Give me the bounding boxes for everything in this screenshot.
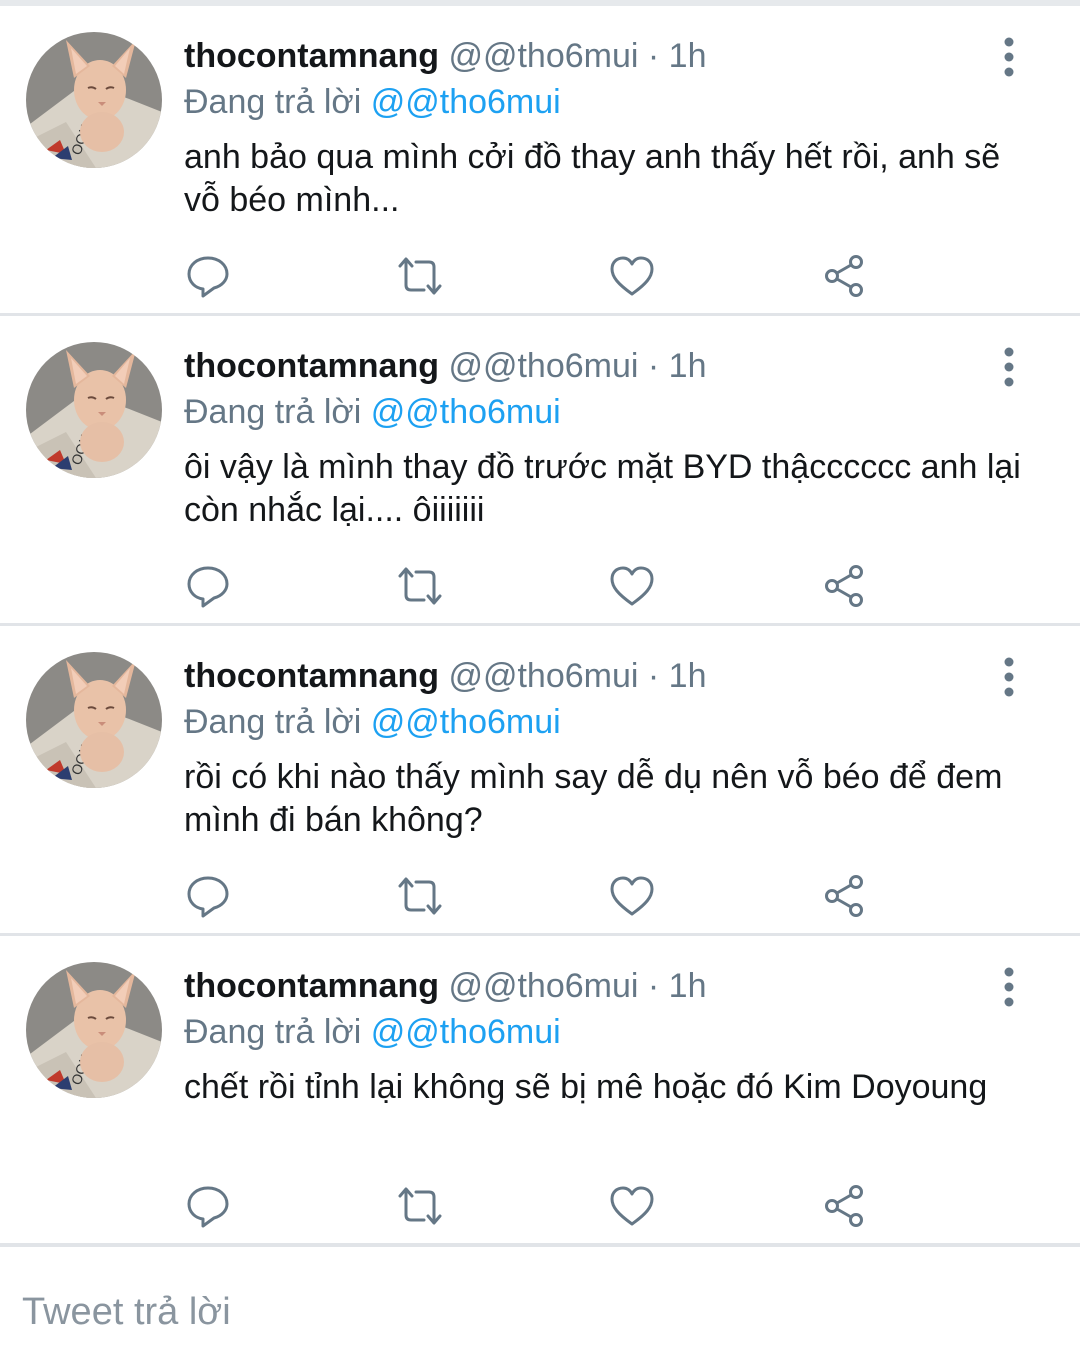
more-options-button[interactable] — [992, 36, 1026, 78]
avatar-cat-photo: OOK — [26, 32, 162, 168]
retweet-icon — [398, 257, 442, 295]
separator-dot: · — [647, 347, 660, 385]
user-handle[interactable]: @@tho6mui — [448, 657, 638, 695]
share-icon — [825, 565, 863, 607]
reply-button[interactable] — [184, 252, 232, 300]
like-button[interactable] — [608, 872, 656, 920]
username[interactable]: thocontamnang — [184, 967, 439, 1005]
replying-to: Đang trả lời @@tho6mui — [184, 1012, 561, 1052]
username[interactable]: thocontamnang — [184, 37, 439, 75]
replying-to-handle[interactable]: @@tho6mui — [371, 1013, 561, 1051]
tweet-header: thocontamnang @@tho6mui · 1h — [184, 36, 707, 76]
retweet-button[interactable] — [396, 252, 444, 300]
user-handle[interactable]: @@tho6mui — [448, 967, 638, 1005]
share-icon — [825, 875, 863, 917]
replying-to-label: Đang trả lời — [184, 393, 362, 431]
more-options-icon — [1004, 967, 1014, 1007]
like-icon — [610, 876, 654, 916]
replying-to: Đang trả lời @@tho6mui — [184, 392, 561, 432]
share-button[interactable] — [820, 1182, 868, 1230]
tweet-text: rồi có khi nào thấy mình say dễ dụ nên v… — [184, 758, 1003, 839]
avatar[interactable]: OOK — [26, 342, 162, 478]
share-button[interactable] — [820, 872, 868, 920]
retweet-icon — [398, 567, 442, 605]
avatar-cat-photo: OOK — [26, 342, 162, 478]
avatar[interactable]: OOK — [26, 962, 162, 1098]
more-options-icon — [1004, 657, 1014, 697]
like-button[interactable] — [608, 252, 656, 300]
timestamp[interactable]: 1h — [669, 37, 707, 75]
avatar[interactable]: OOK — [26, 652, 162, 788]
reply-icon — [187, 256, 229, 298]
like-icon — [610, 256, 654, 296]
retweet-icon — [398, 877, 442, 915]
separator-dot: · — [647, 967, 660, 1005]
timestamp[interactable]: 1h — [669, 347, 707, 385]
reply-composer — [0, 1244, 1080, 1367]
user-handle[interactable]: @@tho6mui — [448, 347, 638, 385]
reply-input[interactable] — [22, 1287, 922, 1337]
timestamp[interactable]: 1h — [669, 967, 707, 1005]
retweet-button[interactable] — [396, 562, 444, 610]
share-button[interactable] — [820, 252, 868, 300]
tweet[interactable]: OOK thocontamnang @@tho6mui · 1h Đang tr… — [0, 316, 1080, 626]
replying-to-handle[interactable]: @@tho6mui — [371, 393, 561, 431]
replying-to-label: Đang trả lời — [184, 1013, 362, 1051]
more-options-button[interactable] — [992, 656, 1026, 698]
reply-button[interactable] — [184, 872, 232, 920]
share-icon — [825, 1185, 863, 1227]
like-button[interactable] — [608, 562, 656, 610]
separator-dot: · — [647, 37, 660, 75]
tweet-text: chết rồi tỉnh lại không sẽ bị mê hoặc đó… — [184, 1068, 988, 1106]
avatar-cat-photo: OOK — [26, 652, 162, 788]
retweet-button[interactable] — [396, 1182, 444, 1230]
replying-to-label: Đang trả lời — [184, 703, 362, 741]
share-icon — [825, 255, 863, 297]
user-handle[interactable]: @@tho6mui — [448, 37, 638, 75]
more-options-icon — [1004, 347, 1014, 387]
username[interactable]: thocontamnang — [184, 347, 439, 385]
tweet-text: ôi vậy là mình thay đồ trước mặt BYD thậ… — [184, 448, 1021, 529]
separator-dot: · — [647, 657, 660, 695]
reply-button[interactable] — [184, 1182, 232, 1230]
reply-icon — [187, 566, 229, 608]
more-options-button[interactable] — [992, 966, 1026, 1008]
tweet-header: thocontamnang @@tho6mui · 1h — [184, 966, 707, 1006]
tweet[interactable]: OOK thocontamnang @@tho6mui · 1h Đang tr… — [0, 936, 1080, 1246]
reply-icon — [187, 1186, 229, 1228]
reply-icon — [187, 876, 229, 918]
replying-to: Đang trả lời @@tho6mui — [184, 82, 561, 122]
share-button[interactable] — [820, 562, 868, 610]
replying-to-label: Đang trả lời — [184, 83, 362, 121]
timestamp[interactable]: 1h — [669, 657, 707, 695]
like-button[interactable] — [608, 1182, 656, 1230]
like-icon — [610, 566, 654, 606]
avatar[interactable]: OOK — [26, 32, 162, 168]
reply-button[interactable] — [184, 562, 232, 610]
replying-to-handle[interactable]: @@tho6mui — [371, 703, 561, 741]
tweet-header: thocontamnang @@tho6mui · 1h — [184, 656, 707, 696]
retweet-icon — [398, 1187, 442, 1225]
replying-to-handle[interactable]: @@tho6mui — [371, 83, 561, 121]
tweet-header: thocontamnang @@tho6mui · 1h — [184, 346, 707, 386]
retweet-button[interactable] — [396, 872, 444, 920]
more-options-button[interactable] — [992, 346, 1026, 388]
like-icon — [610, 1186, 654, 1226]
username[interactable]: thocontamnang — [184, 657, 439, 695]
replying-to: Đang trả lời @@tho6mui — [184, 702, 561, 742]
tweet[interactable]: OOK thocontamnang @@tho6mui · 1h Đang tr… — [0, 6, 1080, 316]
more-options-icon — [1004, 37, 1014, 77]
tweet-text: anh bảo qua mình cởi đồ thay anh thấy hế… — [184, 138, 1001, 219]
avatar-cat-photo: OOK — [26, 962, 162, 1098]
tweet[interactable]: OOK thocontamnang @@tho6mui · 1h Đang tr… — [0, 626, 1080, 936]
